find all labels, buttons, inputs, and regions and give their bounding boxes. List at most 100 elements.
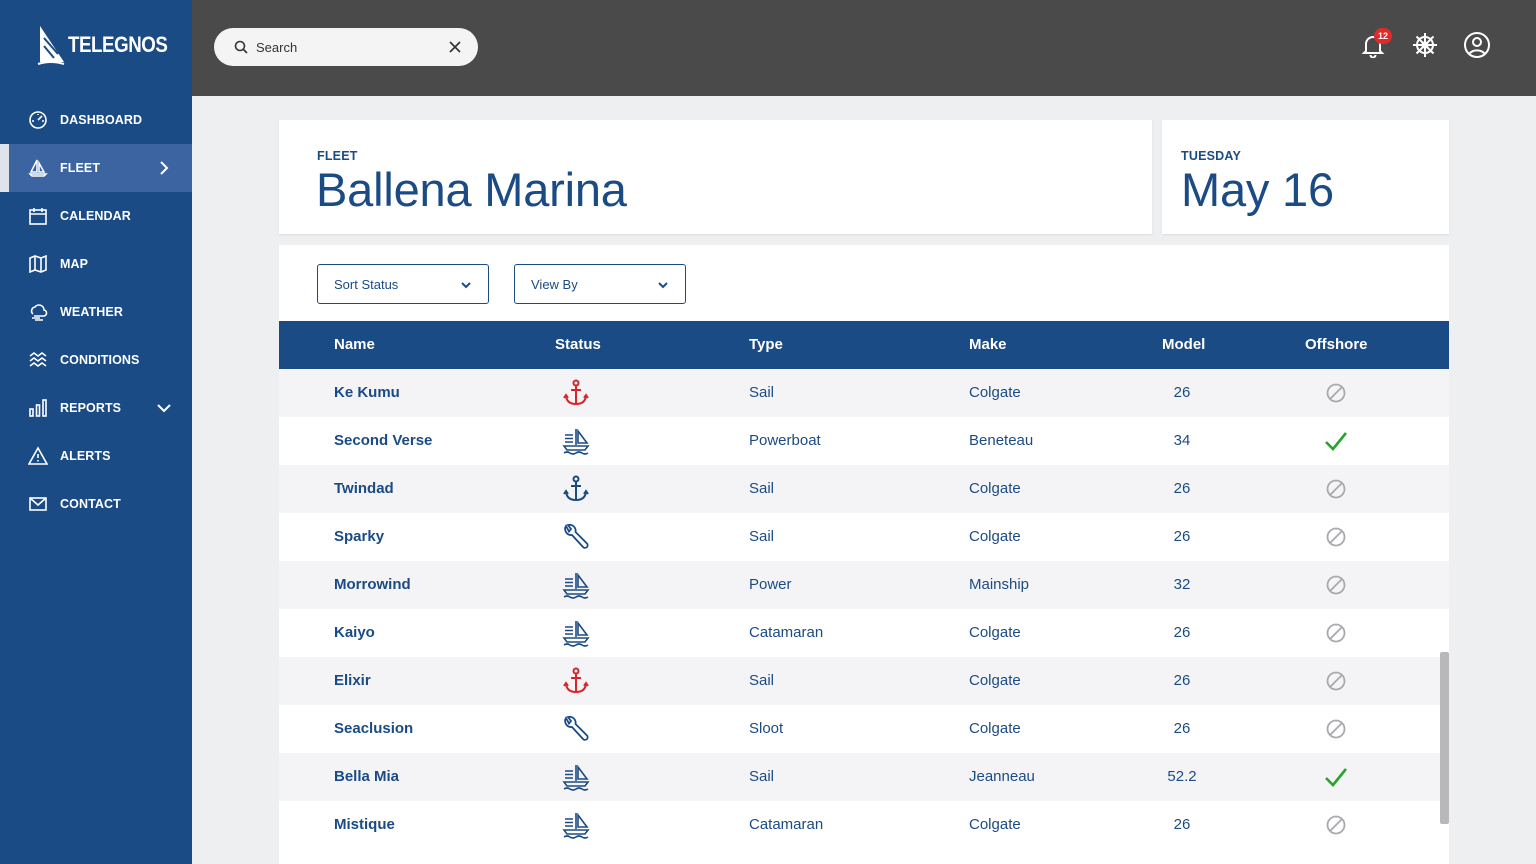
sidebar-item-reports[interactable]: REPORTS [0,384,192,432]
column-header-offshore[interactable]: Offshore [1305,321,1368,369]
fleet-label: FLEET [317,149,358,163]
sort-status-select[interactable]: Sort Status [317,264,489,304]
vessel-name[interactable]: Ke Kumu [334,369,400,417]
column-header-type[interactable]: Type [749,321,783,369]
vessel-type: Catamaran [749,816,824,833]
view-by-select[interactable]: View By [514,264,686,304]
table-row[interactable]: Mistique Catamaran Colgate 26 [279,801,1449,849]
sidebar-item-label: CONDITIONS [60,353,140,367]
close-icon[interactable] [448,40,462,54]
vessel-make: Colgate [969,672,1021,689]
vessel-model: 26 [1173,672,1191,689]
sidebar-item-label: MAP [60,257,89,271]
vessel-name[interactable]: Morrowind [334,561,411,609]
check-icon [1316,417,1356,465]
sidebar-item-contact[interactable]: CONTACT [0,480,192,528]
dashboard-icon [28,110,48,130]
table-row[interactable]: Seaclusion Sloot Colgate 26 [279,705,1449,753]
sidebar-item-conditions[interactable]: CONDITIONS [0,336,192,384]
vessel-type: Power [749,576,792,593]
vessel-make: Colgate [969,528,1021,545]
table-row[interactable]: Bella Mia Sail Jeanneau 52.2 [279,753,1449,801]
not-allowed-icon [1316,657,1356,705]
sailboat-waves-icon [555,801,597,849]
date-display: May 16 [1181,163,1334,216]
vessel-name[interactable]: Sparky [334,513,384,561]
top-bar: 12 [192,0,1536,96]
sidebar-item-label: FLEET [60,161,101,175]
date-card: TUESDAY May 16 [1162,120,1449,234]
table-row[interactable]: Twindad Sail Colgate 26 [279,465,1449,513]
vessel-name[interactable]: Bella Mia [334,753,399,801]
warning-icon [28,446,48,466]
sidebar-item-alerts[interactable]: ALERTS [0,432,192,480]
chevron-down-icon [461,282,471,289]
vessel-name[interactable]: Twindad [334,465,394,513]
vessel-model: 26 [1173,480,1191,497]
sailboat-waves-icon [555,753,597,801]
table-body: Ke Kumu Sail Colgate 26 Second Verse Pow… [279,369,1449,849]
not-allowed-icon [1316,561,1356,609]
vessel-model: 26 [1173,816,1191,833]
filter-bar: Sort Status View By [317,264,686,304]
sidebar-item-map[interactable]: MAP [0,240,192,288]
vessel-name[interactable]: Mistique [334,801,395,849]
sail-logo-icon [37,26,65,65]
column-header-make[interactable]: Make [969,321,1007,369]
top-icons: 12 [1358,28,1492,60]
table-header: Name Status Type Make Model Offshore [279,321,1449,369]
sidebar-item-calendar[interactable]: CALENDAR [0,192,192,240]
page-title: Ballena Marina [316,163,627,216]
sidebar-item-dashboard[interactable]: DASHBOARD [0,96,192,144]
day-label: TUESDAY [1181,149,1241,163]
sidebar-item-weather[interactable]: WEATHER [0,288,192,336]
weather-icon [28,302,48,322]
user-icon [1464,32,1490,58]
vessel-model: 32 [1173,576,1191,593]
vessel-type: Sail [749,768,775,785]
anchor-icon [555,369,597,417]
vessel-make: Mainship [969,576,1030,593]
wrench-icon [555,705,597,753]
not-allowed-icon [1316,705,1356,753]
sailboat-waves-icon [555,417,597,465]
vessel-model: 26 [1173,528,1191,545]
helm-button[interactable] [1410,30,1440,60]
table-row[interactable]: Second Verse Powerboat Beneteau 34 [279,417,1449,465]
vessel-type: Sail [749,672,775,689]
vessel-name[interactable]: Elixir [334,657,371,705]
chevron-down-icon [658,282,668,289]
notifications-button[interactable]: 12 [1358,28,1392,60]
sidebar-item-label: CALENDAR [60,209,131,223]
vessel-name[interactable]: Seaclusion [334,705,413,753]
table-row[interactable]: Sparky Sail Colgate 26 [279,513,1449,561]
vessel-model: 26 [1173,720,1191,737]
brand-logo[interactable]: TELEGNOS [36,22,185,68]
column-header-model[interactable]: Model [1162,321,1205,369]
search-box[interactable] [214,28,478,66]
sidebar-nav: DASHBOARD FLEET CALENDAR MAP WEATHER CON… [0,96,192,528]
column-header-name[interactable]: Name [334,321,375,369]
table-row[interactable]: Morrowind Power Mainship 32 [279,561,1449,609]
sidebar-item-fleet[interactable]: FLEET [0,144,192,192]
table-row[interactable]: Ke Kumu Sail Colgate 26 [279,369,1449,417]
search-input[interactable] [256,39,436,55]
table-row[interactable]: Elixir Sail Colgate 26 [279,657,1449,705]
vessel-model: 52.2 [1167,768,1197,785]
anchor-icon [555,465,597,513]
waves-icon [28,350,48,370]
not-allowed-icon [1316,513,1356,561]
fleet-table-panel: Sort Status View By Name Status Type Mak… [279,245,1449,864]
vessel-name[interactable]: Second Verse [334,417,432,465]
account-button[interactable] [1462,30,1492,60]
column-header-status[interactable]: Status [555,321,601,369]
vessel-name[interactable]: Kaiyo [334,609,375,657]
table-row[interactable]: Kaiyo Catamaran Colgate 26 [279,609,1449,657]
anchor-icon [555,657,597,705]
sailboat-waves-icon [555,561,597,609]
vessel-type: Sail [749,480,775,497]
calendar-icon [28,206,48,226]
vessel-model: 26 [1173,624,1191,641]
not-allowed-icon [1316,369,1356,417]
scrollbar-thumb[interactable] [1440,652,1449,824]
